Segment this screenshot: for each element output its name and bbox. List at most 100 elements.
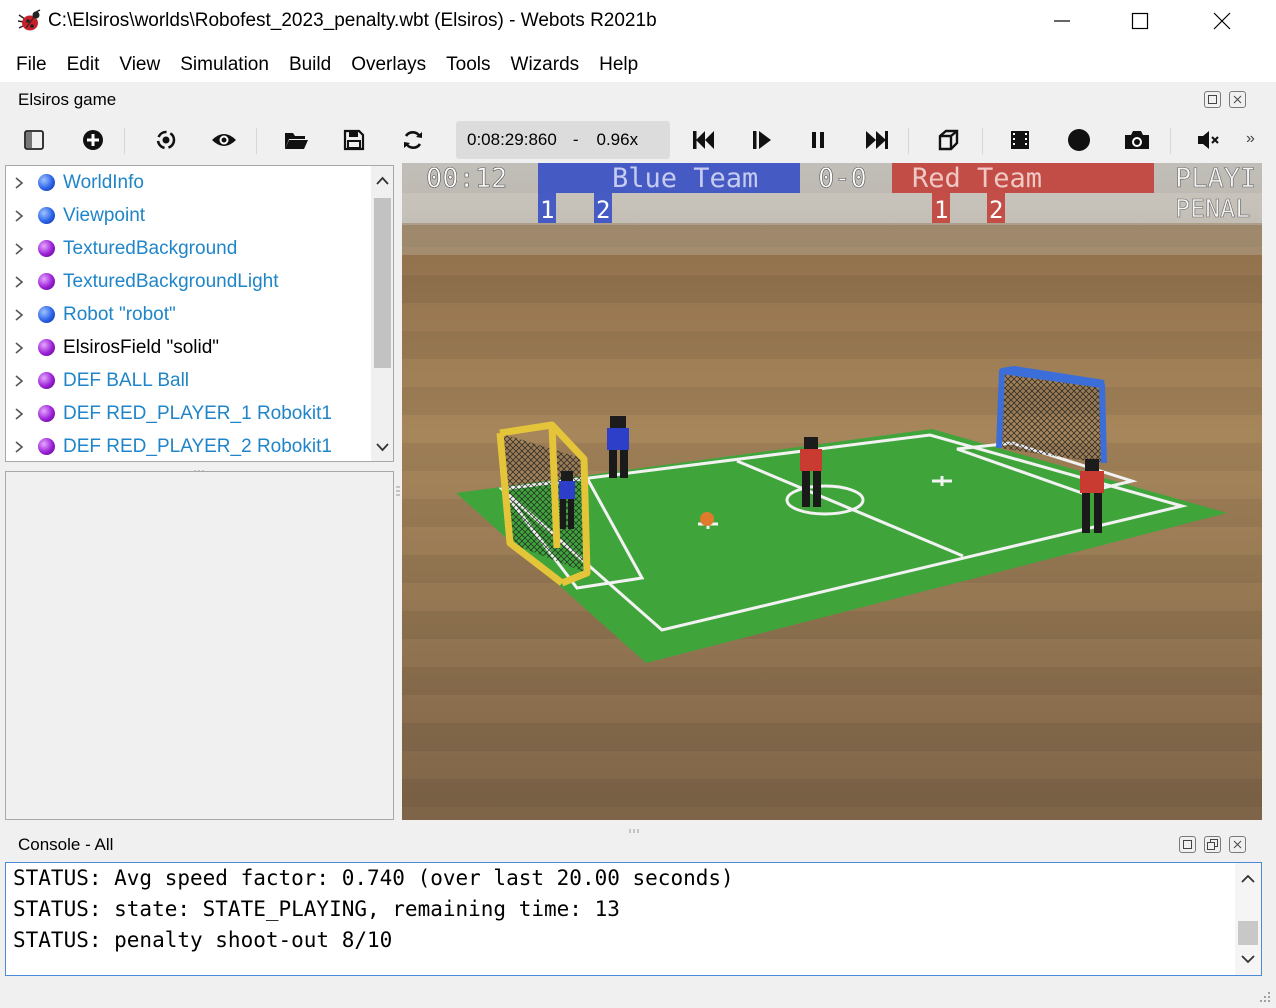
save-world-button[interactable]: [334, 118, 374, 162]
chevron-right-icon[interactable]: [14, 407, 28, 421]
scroll-up-icon[interactable]: [371, 170, 394, 192]
reset-simulation-button[interactable]: [683, 118, 723, 162]
blue-player-1-indicator: 1: [540, 196, 554, 224]
menu-build[interactable]: Build: [279, 42, 341, 82]
float-icon: [1183, 840, 1192, 849]
pause-button[interactable]: [798, 118, 838, 162]
tree-item-label: DEF RED_PLAYER_2 Robokit1: [63, 435, 332, 457]
vertical-splitter-handle[interactable]: [395, 484, 401, 498]
chevron-right-icon[interactable]: [14, 242, 28, 256]
chevron-right-icon[interactable]: [14, 176, 28, 190]
scroll-down-icon[interactable]: [1235, 947, 1261, 971]
menu-tools[interactable]: Tools: [436, 42, 500, 82]
splitter-handle[interactable]: [192, 462, 206, 474]
tree-item-textured-background-light[interactable]: TexturedBackgroundLight: [6, 265, 278, 298]
3d-scene[interactable]: 00:12 Blue Team 0-0 Red Team PLAYI 1 2 1…: [402, 163, 1262, 820]
3d-view[interactable]: 00:12 Blue Team 0-0 Red Team PLAYI 1 2 1…: [402, 163, 1262, 820]
dock-close-button[interactable]: [1229, 91, 1246, 108]
menu-view[interactable]: View: [109, 42, 170, 82]
tree-item-red-player-2[interactable]: DEF RED_PLAYER_2 Robokit1: [6, 430, 332, 461]
console-scrollbar[interactable]: [1235, 863, 1261, 975]
chevron-right-icon[interactable]: [14, 440, 28, 454]
resize-grip-icon[interactable]: [1256, 988, 1272, 1004]
menu-edit[interactable]: Edit: [57, 42, 110, 82]
follow-object-button[interactable]: [146, 118, 186, 162]
proto-ball-icon: [38, 438, 55, 455]
scene-tree-scrollbar[interactable]: [371, 166, 394, 461]
toolbar-overflow-button[interactable]: »: [1246, 130, 1255, 148]
tree-item-label: DEF BALL Ball: [63, 369, 190, 391]
maximize-icon: [1131, 12, 1149, 30]
maximize-button[interactable]: [1108, 0, 1172, 42]
dock-float-button[interactable]: [1204, 91, 1221, 108]
view-options-button[interactable]: [204, 118, 244, 162]
soccer-ball[interactable]: [700, 512, 714, 526]
tree-item-worldinfo[interactable]: WorldInfo: [6, 166, 144, 199]
blue-player-2-indicator: 2: [596, 196, 610, 224]
tree-item-label: WorldInfo: [63, 171, 144, 193]
tree-item-viewpoint[interactable]: Viewpoint: [6, 199, 145, 232]
window-title: C:\Elsiros\worlds\Robofest_2023_penalty.…: [48, 10, 657, 31]
toggle-scene-tree-button[interactable]: [14, 118, 54, 162]
cube-icon: [938, 129, 959, 151]
webots-ladybug-icon: [14, 6, 44, 36]
scene-tree-scroll-thumb[interactable]: [374, 198, 391, 368]
tree-item-elsiros-field[interactable]: ElsirosField "solid": [6, 331, 219, 364]
horizontal-splitter-handle[interactable]: [627, 821, 641, 833]
step-icon: [753, 131, 771, 149]
tree-item-label: DEF RED_PLAYER_1 Robokit1: [63, 402, 332, 424]
score: 0-0: [818, 163, 867, 194]
add-node-button[interactable]: [73, 118, 113, 162]
rendering-toggle-button[interactable]: [928, 118, 968, 162]
fast-forward-button[interactable]: [857, 118, 897, 162]
record-movie-button[interactable]: [1000, 118, 1040, 162]
minimize-button[interactable]: [1030, 0, 1094, 42]
proto-ball-icon: [38, 339, 55, 356]
node-ball-icon: [38, 207, 55, 224]
menu-help[interactable]: Help: [589, 42, 648, 82]
step-button[interactable]: [742, 118, 782, 162]
simulation-time: 0:08:29:860: [467, 130, 557, 149]
tree-item-label: ElsirosField "solid": [63, 336, 220, 358]
chevron-right-icon[interactable]: [14, 374, 28, 388]
console-new-window-button[interactable]: [1204, 836, 1221, 853]
tree-item-red-player-1[interactable]: DEF RED_PLAYER_1 Robokit1: [6, 397, 332, 430]
tree-item-ball[interactable]: DEF BALL Ball: [6, 364, 189, 397]
fast-forward-icon: [866, 131, 888, 149]
chevron-right-icon[interactable]: [14, 275, 28, 289]
menu-simulation[interactable]: Simulation: [170, 42, 279, 82]
menu-bar: File Edit View Simulation Build Overlays…: [0, 42, 1276, 82]
record-animation-button[interactable]: [1059, 118, 1099, 162]
camera-icon: [1125, 131, 1149, 149]
console-output[interactable]: STATUS: Avg speed factor: 0.740 (over la…: [5, 862, 1262, 976]
scroll-down-icon[interactable]: [371, 436, 394, 458]
menu-overlays[interactable]: Overlays: [341, 42, 436, 82]
scroll-up-icon[interactable]: [1235, 867, 1261, 891]
game-sub-state: PENAL: [1175, 194, 1250, 223]
game-state: PLAYI: [1175, 163, 1256, 194]
chevron-right-icon[interactable]: [14, 308, 28, 322]
chevron-right-icon[interactable]: [14, 209, 28, 223]
menu-file[interactable]: File: [6, 42, 57, 82]
field-editor-panel: [5, 471, 394, 820]
tree-item-textured-background[interactable]: TexturedBackground: [6, 232, 237, 265]
proto-ball-icon: [38, 372, 55, 389]
speaker-mute-icon: [1198, 131, 1219, 149]
close-button[interactable]: [1190, 0, 1254, 42]
reload-world-button[interactable]: [393, 118, 433, 162]
console-float-button[interactable]: [1179, 836, 1196, 853]
pause-icon: [812, 132, 824, 148]
restore-icon: [1207, 839, 1218, 850]
console-scroll-thumb[interactable]: [1238, 921, 1258, 945]
tree-item-robot[interactable]: Robot "robot": [6, 298, 176, 331]
chevron-right-icon[interactable]: [14, 341, 28, 355]
mute-button[interactable]: [1188, 118, 1228, 162]
open-world-button[interactable]: [276, 118, 316, 162]
red-player-1-indicator: 1: [934, 196, 948, 224]
console-close-button[interactable]: [1229, 836, 1246, 853]
follow-icon: [156, 130, 176, 150]
close-icon: [1233, 95, 1242, 104]
console-line: STATUS: Avg speed factor: 0.740 (over la…: [13, 866, 734, 890]
menu-wizards[interactable]: Wizards: [501, 42, 590, 82]
screenshot-button[interactable]: [1117, 118, 1157, 162]
